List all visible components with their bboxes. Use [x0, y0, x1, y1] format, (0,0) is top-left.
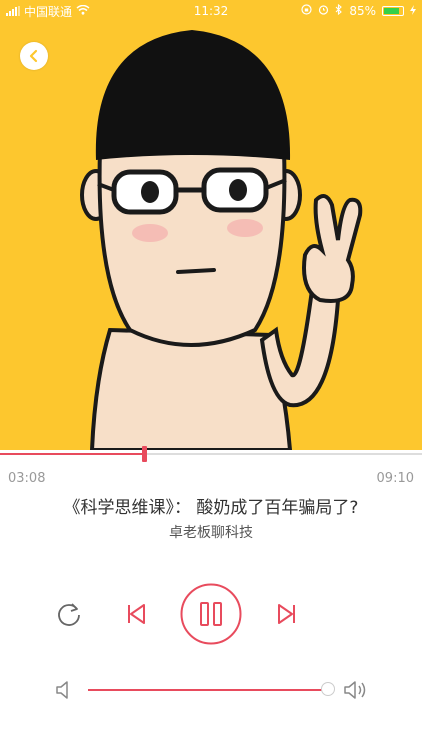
next-button[interactable]: [270, 597, 304, 631]
track-author: 卓老板聊科技: [169, 525, 253, 541]
volume-thumb[interactable]: [321, 682, 335, 696]
volume-low-icon[interactable]: [54, 679, 76, 705]
progress-thumb[interactable]: [142, 446, 147, 462]
pause-icon: [180, 583, 242, 645]
status-bar: 中国联通 11:32 85%: [0, 0, 422, 22]
current-time: 03:08: [8, 471, 46, 486]
cover-illustration: [80, 30, 363, 450]
progress-fill: [0, 453, 144, 455]
volume-fill: [88, 689, 328, 691]
total-time: 09:10: [376, 471, 414, 486]
back-button[interactable]: [20, 42, 48, 70]
battery-icon: [382, 6, 404, 16]
skip-back-icon: [128, 604, 145, 624]
clock: 11:32: [193, 4, 229, 18]
track-title: 《科学思维课》： 酸奶成了百年骗局了?: [63, 498, 359, 518]
repeat-button[interactable]: [52, 597, 86, 631]
pause-button[interactable]: [180, 583, 242, 645]
volume-control: [0, 676, 422, 706]
repeat-icon: [58, 603, 80, 626]
playback-controls: [0, 583, 422, 645]
skip-forward-icon: [278, 604, 295, 624]
progress-bar[interactable]: [0, 446, 422, 462]
cover-art: [0, 0, 422, 450]
volume-high-icon[interactable]: [342, 678, 372, 706]
previous-button[interactable]: [119, 597, 153, 631]
chevron-left-icon: [29, 49, 38, 63]
